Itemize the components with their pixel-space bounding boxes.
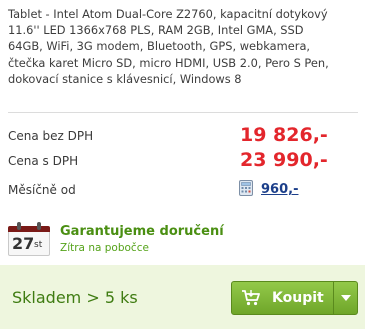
price-with-vat-label: Cena s DPH xyxy=(8,154,79,168)
stock-status: Skladem > 5 ks xyxy=(12,288,138,307)
calendar-icon: 27 st xyxy=(8,222,50,256)
price-with-vat-value: 23 990,- xyxy=(240,149,328,171)
product-description: Tablet - Intel Atom Dual-Core Z2760, kap… xyxy=(8,7,329,86)
delivery-guarantee: 27 st Garantujeme doručení Zítra na pobo… xyxy=(8,220,358,260)
price-with-vat-row: Cena s DPH 23 990,- xyxy=(8,149,358,171)
product-detail-panel: Tablet - Intel Atom Dual-Core Z2760, kap… xyxy=(0,0,365,329)
chevron-down-icon xyxy=(341,295,351,301)
delivery-subtitle: Zítra na pobočce xyxy=(60,242,149,254)
price-without-vat-label: Cena bez DPH xyxy=(8,129,94,143)
price-without-vat-value: 19 826,- xyxy=(240,124,328,146)
buy-button-label: Koupit xyxy=(272,290,324,306)
delivery-title: Garantujeme doručení xyxy=(60,224,224,239)
monthly-installment-link[interactable]: 960,- xyxy=(261,182,298,197)
calendar-weekday: st xyxy=(34,240,43,250)
buy-button[interactable]: Koupit xyxy=(231,281,358,315)
monthly-installment-label: Měsíčně od xyxy=(8,183,76,197)
buy-options-dropdown[interactable] xyxy=(334,282,357,314)
price-without-vat-row: Cena bez DPH 19 826,- xyxy=(8,124,358,146)
stock-and-buy-box: Skladem > 5 ks Koupit xyxy=(0,265,365,329)
divider xyxy=(8,112,358,113)
calendar-day: 27 xyxy=(12,234,35,253)
calculator-icon[interactable] xyxy=(239,180,253,196)
monthly-installment-row: Měsíčně od 960,- xyxy=(8,178,358,200)
cart-icon xyxy=(241,289,261,307)
